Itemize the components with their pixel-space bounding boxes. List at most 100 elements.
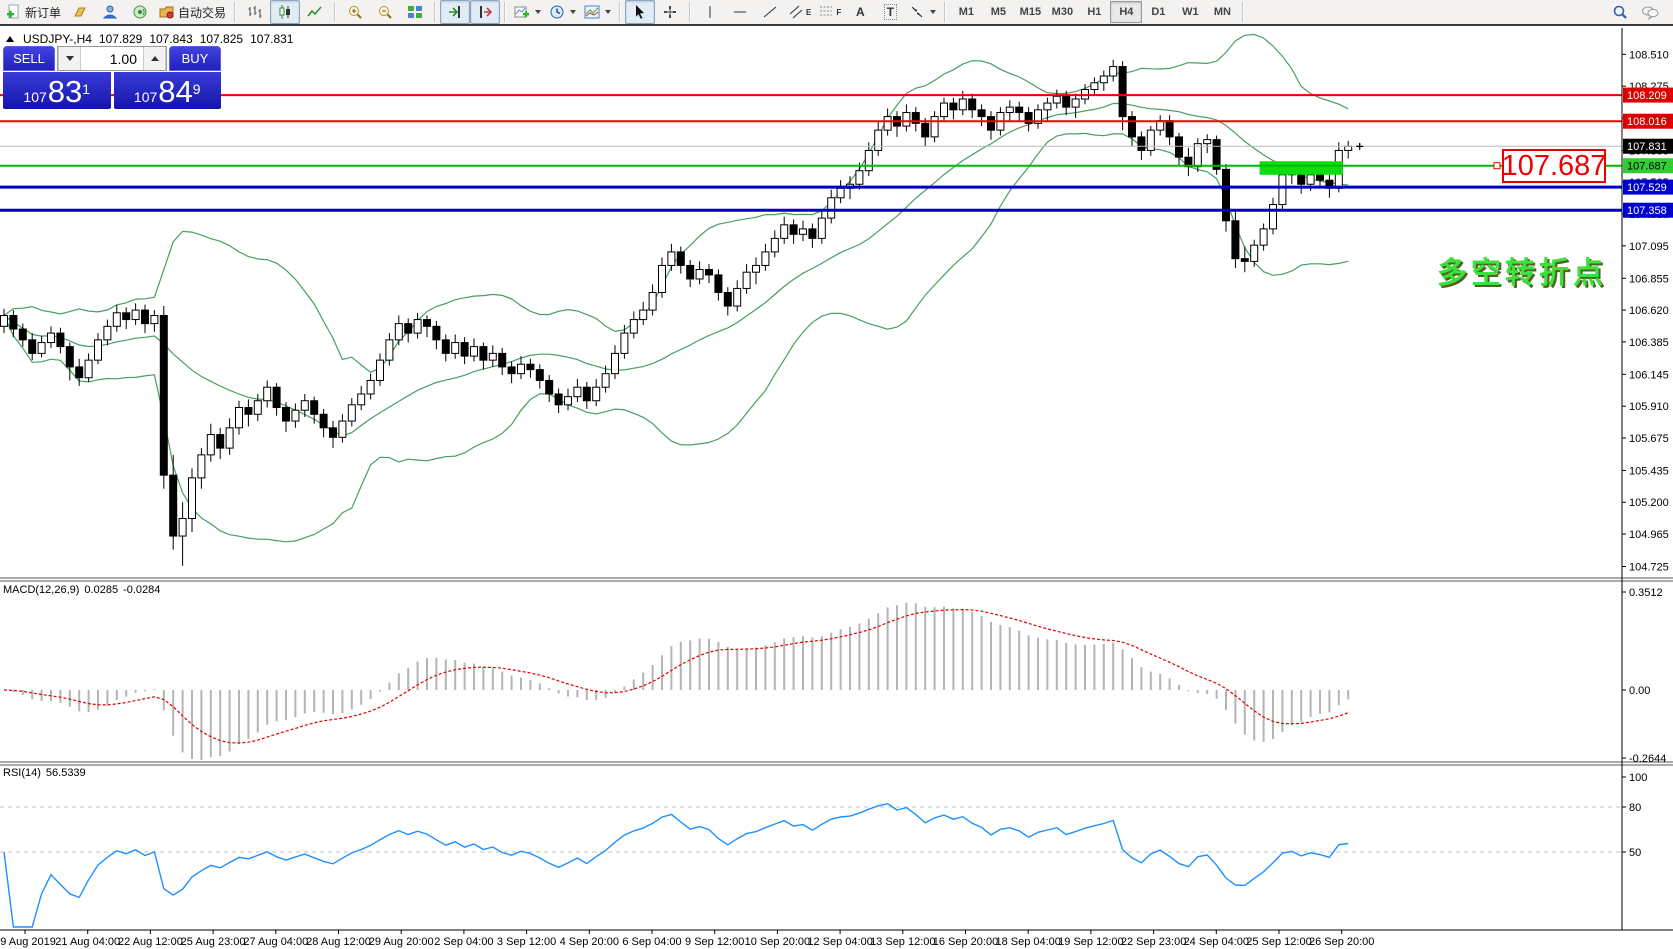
candle-bull (612, 353, 619, 373)
buy-price-big: 84 (158, 77, 192, 107)
quote-close: 107.831 (250, 32, 293, 46)
candle-bear (442, 340, 449, 354)
zoom-in-button[interactable] (340, 0, 370, 24)
price-tick-label: 107.095 (1629, 241, 1669, 253)
time-tick-label: 27 Aug 04:00 (243, 936, 308, 948)
candle-bull (198, 455, 205, 478)
sell-price-pip: 1 (82, 72, 90, 106)
timeframe-d1[interactable]: D1 (1142, 1, 1174, 23)
chart-canvas[interactable]: 108.510108.275108.040107.800107.565107.3… (0, 28, 1673, 949)
templates-button[interactable] (580, 0, 615, 24)
timeframe-mn[interactable]: MN (1206, 1, 1238, 23)
candle-bear (424, 320, 431, 327)
candle-bear (142, 310, 149, 324)
market-watch-button[interactable] (95, 0, 125, 24)
equidistant-channel-button[interactable]: E (785, 0, 815, 24)
rsi-value: 56.5339 (46, 767, 86, 779)
chart-profiles-icon (72, 4, 88, 20)
rsi-name: RSI(14) (3, 767, 41, 779)
data-window-button[interactable] (125, 0, 155, 24)
sell-price-button[interactable]: 107831 (3, 72, 111, 109)
channel-letter: E (806, 8, 811, 17)
price-tag-label: 107.529 (1627, 182, 1667, 194)
text-tool-icon: A (856, 5, 865, 19)
time-tick-label: 4 Sep 20:00 (560, 936, 619, 948)
sell-button[interactable]: SELL (3, 46, 55, 71)
bar-chart-button[interactable] (240, 0, 270, 24)
candle-bull (762, 252, 769, 266)
buy-button[interactable]: BUY (169, 46, 221, 71)
macd-signal-line (4, 610, 1348, 743)
buy-price-pip: 9 (193, 72, 201, 106)
timeframe-m15[interactable]: M15 (1014, 1, 1046, 23)
candle-bull (837, 188, 844, 197)
line-chart-button[interactable] (300, 0, 330, 24)
volume-input[interactable]: 1.00 (81, 47, 143, 70)
timeframe-h4[interactable]: H4 (1110, 1, 1142, 23)
fibonacci-button[interactable]: F (815, 0, 845, 24)
candle-bull (593, 387, 600, 401)
timeframe-m1[interactable]: M1 (950, 1, 982, 23)
crosshair-button[interactable] (655, 0, 685, 24)
candle-bull (1204, 140, 1211, 144)
candle-bear (273, 387, 280, 407)
candle-bull (414, 320, 421, 334)
time-tick-label: 28 Aug 12:00 (306, 936, 371, 948)
time-tick-label: 22 Sep 23:00 (1121, 936, 1186, 948)
chart-profiles-button[interactable] (65, 0, 95, 24)
timeframe-w1[interactable]: W1 (1174, 1, 1206, 23)
text-button[interactable]: A (845, 0, 875, 24)
timeframe-h1[interactable]: H1 (1078, 1, 1110, 23)
volume-decrease-button[interactable] (58, 47, 81, 70)
time-tick-label: 9 Sep 12:00 (685, 936, 744, 948)
search-button[interactable] (1605, 0, 1635, 24)
time-tick-label: 25 Aug 23:00 (181, 936, 246, 948)
arrows-button[interactable] (905, 0, 940, 24)
text-label-button[interactable]: T (875, 0, 905, 24)
time-tick-label: 16 Sep 20:00 (933, 936, 998, 948)
cursor-button[interactable] (625, 0, 655, 24)
price-tick-label: 106.145 (1629, 369, 1669, 381)
callout-anchor (1494, 163, 1500, 169)
zoom-out-button[interactable] (370, 0, 400, 24)
collapse-arrow-icon[interactable] (6, 36, 14, 42)
horizontal-line-button[interactable] (725, 0, 755, 24)
candle-bull (649, 292, 656, 310)
candle-bear (555, 394, 562, 405)
price-level-callout[interactable]: 107.687 (1502, 149, 1606, 183)
timeframe-m5[interactable]: M5 (982, 1, 1014, 23)
triangle-down-icon (66, 56, 74, 61)
candle-bull (959, 99, 966, 110)
candle-bull (800, 229, 807, 234)
price-tag-label: 108.209 (1627, 90, 1667, 102)
chat-button[interactable] (1635, 0, 1665, 24)
tile-windows-icon (407, 4, 423, 20)
tile-windows-button[interactable] (400, 0, 430, 24)
candle-bull (339, 421, 346, 437)
indicators-button[interactable] (510, 0, 545, 24)
new-order-button[interactable]: 新订单 (2, 0, 65, 24)
candle-bear (170, 475, 177, 536)
buy-price-button[interactable]: 107849 (114, 72, 222, 109)
time-tick-label: 13 Sep 12:00 (870, 936, 935, 948)
periods-button[interactable] (545, 0, 580, 24)
horizontal-line-icon (732, 4, 748, 20)
vertical-line-button[interactable] (695, 0, 725, 24)
chart-shift-button[interactable] (470, 0, 500, 24)
auto-scroll-button[interactable] (440, 0, 470, 24)
chart-annotation-text[interactable]: 多空转折点 (1437, 248, 1607, 292)
timeframe-m30[interactable]: M30 (1046, 1, 1078, 23)
time-tick-label: 25 Sep 12:00 (1246, 936, 1311, 948)
candle-bull (743, 272, 750, 288)
time-tick-label: 22 Aug 12:00 (118, 936, 183, 948)
volume-increase-button[interactable] (143, 47, 166, 70)
candlestick-chart-button[interactable] (270, 0, 300, 24)
candle-bull (1345, 146, 1352, 150)
candle-bull (1194, 144, 1201, 167)
time-tick-label: 21 Aug 04:00 (55, 936, 120, 948)
auto-trading-button[interactable]: 自动交易 (155, 0, 230, 24)
trendline-button[interactable] (755, 0, 785, 24)
candle-bear (433, 326, 440, 340)
chart-header: USDJPY-,H4 107.829 107.843 107.825 107.8… (6, 32, 293, 46)
candle-bear (1119, 67, 1126, 117)
